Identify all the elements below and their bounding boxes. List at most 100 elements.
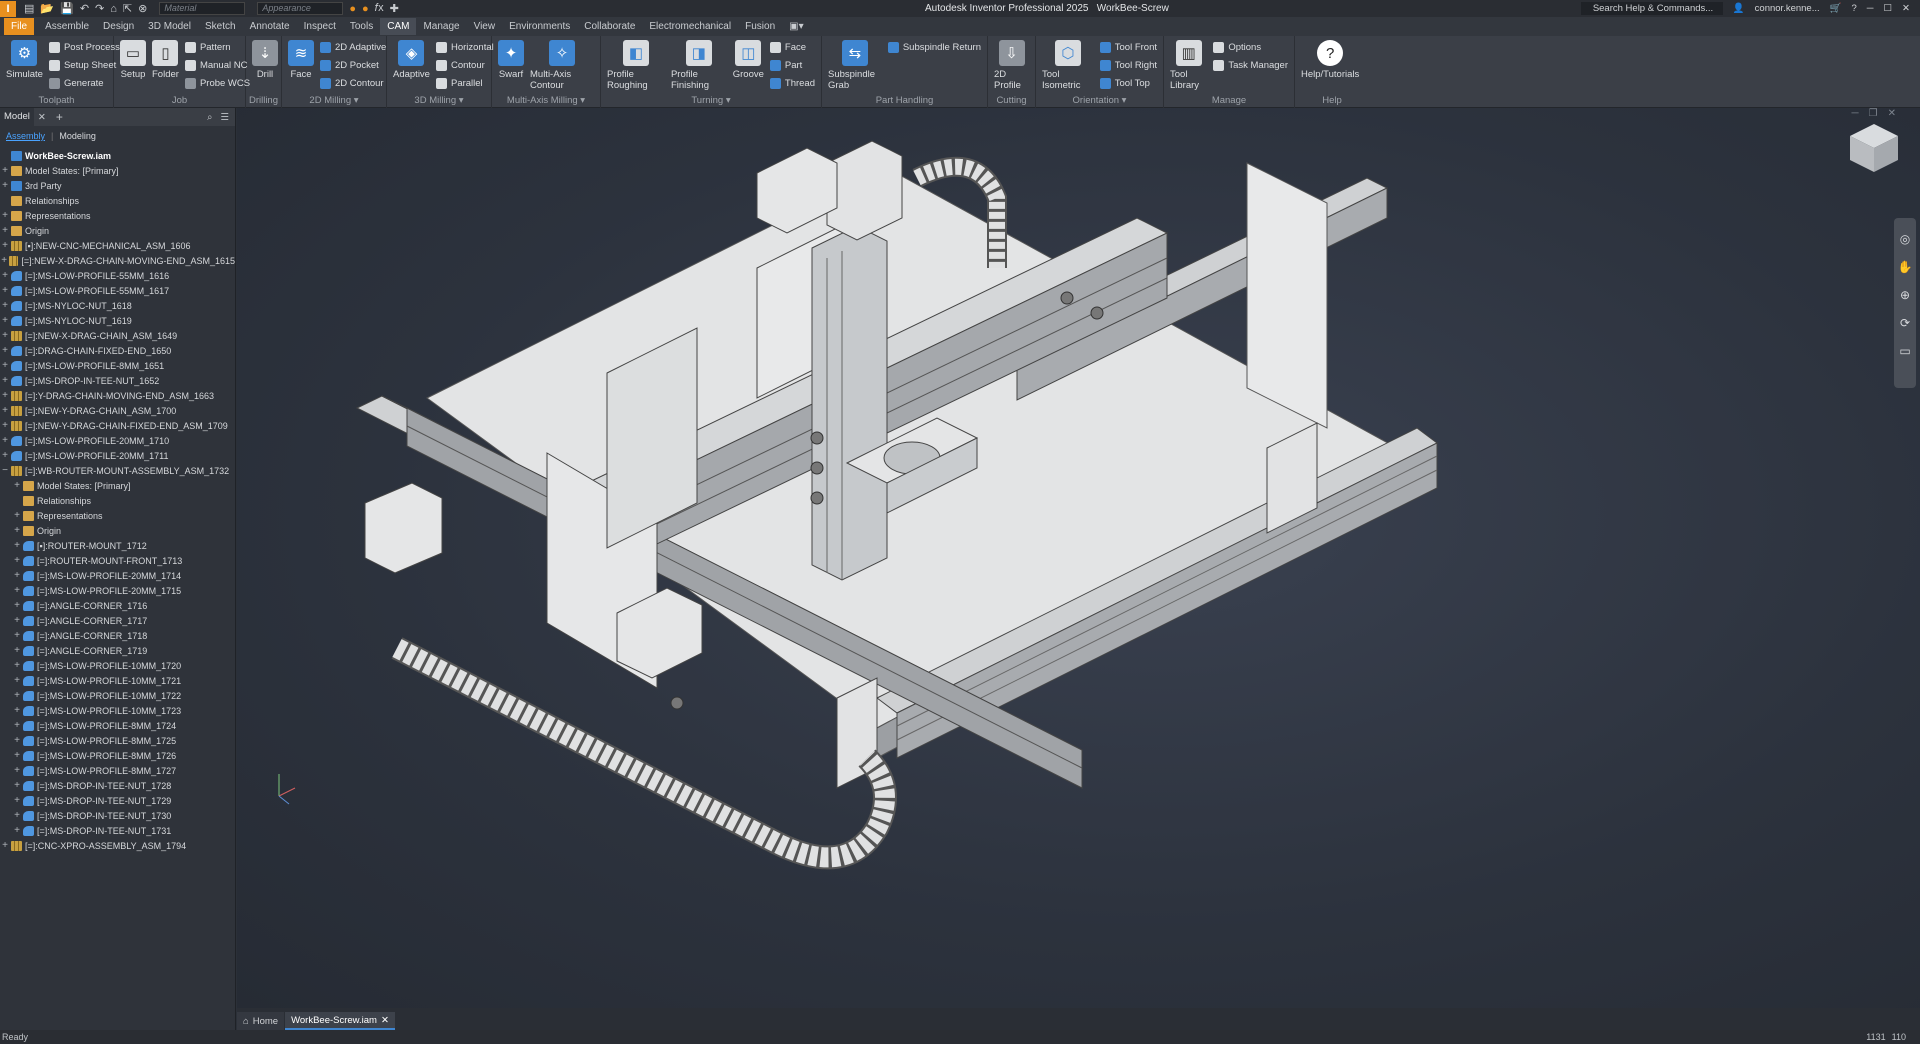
tab-fusion[interactable]: Fusion — [738, 18, 782, 35]
expand-icon[interactable]: + — [12, 525, 22, 536]
expand-icon[interactable]: + — [0, 420, 10, 431]
tree-node[interactable]: + Origin — [0, 223, 235, 238]
tree-node[interactable]: WorkBee-Screw.iam — [0, 148, 235, 163]
maximize-icon[interactable]: ☐ — [1884, 3, 1893, 14]
probe-wcs-button[interactable]: Probe WCS — [184, 74, 250, 92]
tab-sketch[interactable]: Sketch — [198, 18, 243, 35]
tree-node[interactable]: + [▪]:ROUTER-MOUNT_1712 — [0, 538, 235, 553]
user-name[interactable]: connor.kenne... — [1755, 3, 1820, 14]
tab-environments[interactable]: Environments — [502, 18, 577, 35]
tree-node[interactable]: + [=]:MS-DROP-IN-TEE-NUT_1728 — [0, 778, 235, 793]
close-tab-icon[interactable]: ✕ — [38, 112, 46, 123]
tree-node[interactable]: + [=]:MS-LOW-PROFILE-8MM_1727 — [0, 763, 235, 778]
expand-icon[interactable]: + — [0, 390, 10, 401]
tree-node[interactable]: + [=]:MS-NYLOC-NUT_1619 — [0, 313, 235, 328]
expand-icon[interactable]: + — [0, 240, 10, 251]
graphics-viewport[interactable]: ─ ❐ ✕ ◎ ✋ ⊕ ⟳ ▭ — [237, 108, 1920, 1008]
help-icon[interactable]: ? — [1851, 3, 1856, 14]
expand-icon[interactable]: + — [12, 630, 22, 641]
tree-node[interactable]: + [=]:MS-LOW-PROFILE-20MM_1710 — [0, 433, 235, 448]
close-document-icon[interactable]: ✕ — [381, 1015, 389, 1026]
cnc-machine-model[interactable] — [237, 108, 1920, 1008]
panel-label-3d-milling[interactable]: 3D Milling ▾ — [387, 95, 491, 106]
tree-node[interactable]: + [=]:NEW-Y-DRAG-CHAIN-FIXED-END_ASM_1709 — [0, 418, 235, 433]
expand-icon[interactable]: + — [0, 435, 10, 446]
material-combo[interactable]: Material — [159, 2, 246, 15]
contour-button[interactable]: Contour — [435, 56, 494, 74]
expand-icon[interactable]: + — [0, 330, 10, 341]
tool-top-button[interactable]: Tool Top — [1099, 74, 1157, 92]
tree-node[interactable]: + Model States: [Primary] — [0, 478, 235, 493]
tab-assemble[interactable]: Assemble — [38, 18, 96, 35]
redo-icon[interactable]: ↷ — [95, 2, 104, 15]
expand-icon[interactable]: + — [0, 300, 10, 311]
tree-node[interactable]: − [=]:WB-ROUTER-MOUNT-ASSEMBLY_ASM_1732 — [0, 463, 235, 478]
tree-node[interactable]: + [=]:ANGLE-CORNER_1718 — [0, 628, 235, 643]
expand-icon[interactable]: + — [12, 780, 22, 791]
expand-icon[interactable]: + — [12, 480, 22, 491]
subspindle-return-button[interactable]: Subspindle Return — [887, 38, 981, 56]
tree-node[interactable]: + Representations — [0, 508, 235, 523]
expand-icon[interactable]: + — [0, 315, 10, 326]
expand-icon[interactable]: + — [12, 600, 22, 611]
tree-node[interactable]: + [=]:DRAG-CHAIN-FIXED-END_1650 — [0, 343, 235, 358]
assembly-mode[interactable]: Assembly — [6, 131, 45, 141]
expand-icon[interactable]: + — [12, 510, 22, 521]
tab-inspect[interactable]: Inspect — [297, 18, 343, 35]
fx-icon[interactable]: 𝑓x — [375, 2, 384, 15]
select-icon[interactable]: ⇱ — [123, 2, 132, 15]
tree-node[interactable]: + [=]:MS-LOW-PROFILE-10MM_1723 — [0, 703, 235, 718]
pattern-button[interactable]: Pattern — [184, 38, 250, 56]
turn-part-button[interactable]: Part — [769, 56, 815, 74]
tree-node[interactable]: + [=]:CNC-XPRO-ASSEMBLY_ASM_1794 — [0, 838, 235, 853]
user-icon[interactable]: 👤 — [1733, 3, 1745, 14]
home-tab[interactable]: ⌂ Home — [237, 1012, 285, 1030]
tree-node[interactable]: + [=]:ANGLE-CORNER_1716 — [0, 598, 235, 613]
expand-icon[interactable]: + — [0, 840, 10, 851]
tree-node[interactable]: + [=]:MS-LOW-PROFILE-10MM_1722 — [0, 688, 235, 703]
expand-icon[interactable]: + — [12, 615, 22, 626]
tab-manage[interactable]: Manage — [416, 18, 466, 35]
manual-nc-button[interactable]: Manual NC — [184, 56, 250, 74]
video-icon[interactable]: ▣▾ — [782, 18, 810, 35]
tree-node[interactable]: + [=]:MS-LOW-PROFILE-10MM_1721 — [0, 673, 235, 688]
expand-icon[interactable]: + — [12, 645, 22, 656]
expand-icon[interactable]: + — [0, 225, 10, 236]
add-tab-icon[interactable]: + — [56, 110, 63, 124]
tree-node[interactable]: + [=]:NEW-X-DRAG-CHAIN_ASM_1649 — [0, 328, 235, 343]
expand-icon[interactable]: + — [12, 660, 22, 671]
expand-icon[interactable]: + — [12, 570, 22, 581]
tree-node[interactable]: + [=]:MS-LOW-PROFILE-20MM_1714 — [0, 568, 235, 583]
tool-front-button[interactable]: Tool Front — [1099, 38, 1157, 56]
expand-icon[interactable]: + — [12, 795, 22, 806]
expand-icon[interactable]: + — [12, 810, 22, 821]
expand-icon[interactable]: + — [0, 270, 10, 281]
new-icon[interactable]: ▤ — [24, 2, 34, 15]
options-button[interactable]: Options — [1213, 38, 1288, 56]
expand-icon[interactable]: + — [0, 285, 10, 296]
tab-electromechanical[interactable]: Electromechanical — [642, 18, 738, 35]
tree-node[interactable]: +3rd Party — [0, 178, 235, 193]
tree-node[interactable]: + [=]:MS-LOW-PROFILE-55MM_1616 — [0, 268, 235, 283]
tree-node[interactable]: + [=]:MS-LOW-PROFILE-8MM_1726 — [0, 748, 235, 763]
horizontal-button[interactable]: Horizontal — [435, 38, 494, 56]
cart-icon[interactable]: 🛒 — [1830, 3, 1842, 14]
tab-model[interactable]: Model — [0, 108, 34, 126]
expand-icon[interactable]: + — [0, 180, 10, 191]
setup-sheet-button[interactable]: Setup Sheet — [48, 56, 120, 74]
tree-node[interactable]: + [=]:MS-LOW-PROFILE-8MM_1725 — [0, 733, 235, 748]
tree-node[interactable]: + [=]:NEW-Y-DRAG-CHAIN_ASM_1700 — [0, 403, 235, 418]
tree-node[interactable]: + [▪]:NEW-CNC-MECHANICAL_ASM_1606 — [0, 238, 235, 253]
tree-node[interactable]: + [=]:MS-DROP-IN-TEE-NUT_1731 — [0, 823, 235, 838]
tree-node[interactable]: + [=]:MS-LOW-PROFILE-8MM_1651 — [0, 358, 235, 373]
tab-3d-model[interactable]: 3D Model — [141, 18, 198, 35]
expand-icon[interactable]: + — [12, 705, 22, 716]
tab-collaborate[interactable]: Collaborate — [577, 18, 642, 35]
thread-button[interactable]: Thread — [769, 74, 815, 92]
tree-node[interactable]: + [=]:ANGLE-CORNER_1719 — [0, 643, 235, 658]
minimize-icon[interactable]: ─ — [1867, 3, 1874, 14]
panel-label-orientation[interactable]: Orientation ▾ — [1036, 95, 1163, 106]
expand-icon[interactable]: + — [12, 825, 22, 836]
menu-icon[interactable]: ☰ — [220, 112, 229, 123]
2d-pocket-button[interactable]: 2D Pocket — [320, 56, 386, 74]
